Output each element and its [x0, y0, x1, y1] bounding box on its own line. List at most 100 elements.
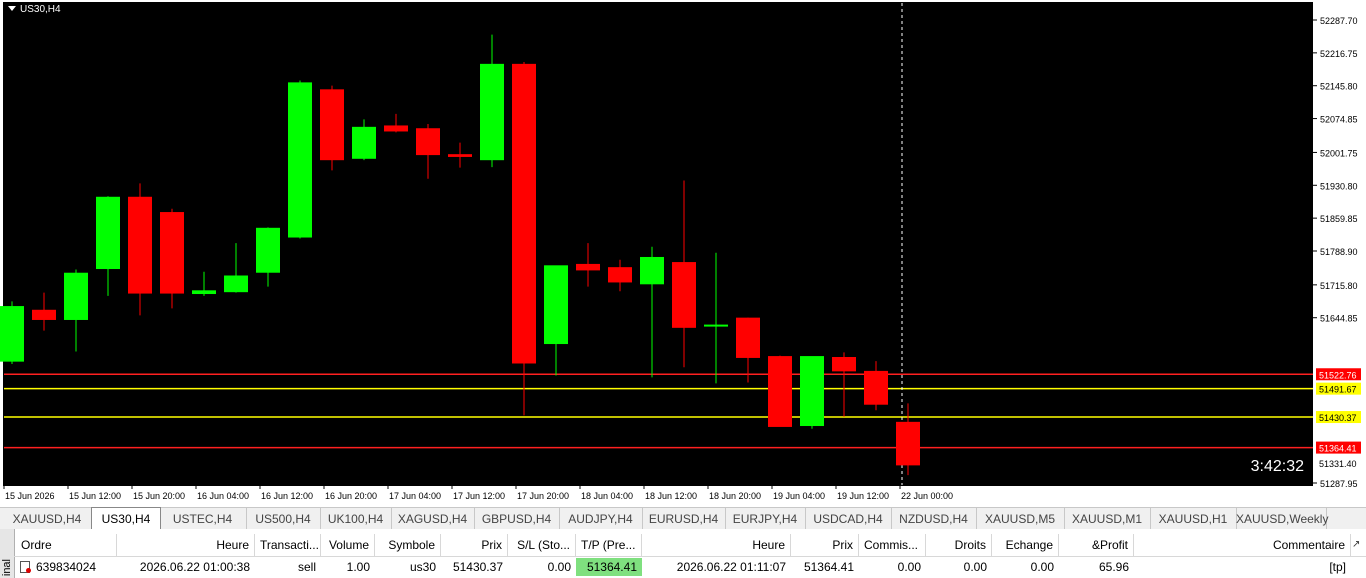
candle-body: [896, 421, 920, 466]
price-tag-label: 51430.37: [1319, 413, 1357, 423]
table-cell: 65.96: [1098, 560, 1129, 574]
table-cell: 1.00: [346, 560, 370, 574]
price-axis-label: 51715.80: [1320, 281, 1358, 291]
table-cell: 639834024: [36, 560, 97, 574]
chart-tab[interactable]: XAGUSD,H4: [391, 508, 475, 529]
dropdown-triangle-icon[interactable]: [8, 6, 16, 11]
chart-tabs-bar: XAUUSD,H4 US30,H4 USTEC,H4 US500,H4 UK100,H4…: [0, 507, 1366, 531]
candle-body: [544, 265, 568, 345]
candle-body: [704, 324, 728, 327]
chart-tab[interactable]: XAUUSD,H4: [3, 508, 92, 529]
column-header[interactable]: Volume: [321, 534, 375, 556]
time-axis-label: 22 Jun 00:00: [901, 491, 953, 501]
column-header[interactable]: Symbole: [375, 534, 441, 556]
symbol-label: US30,H4: [8, 4, 61, 15]
price-axis-label: 52074.85: [1320, 115, 1358, 125]
terminal-panel[interactable]: inal Ordre Heure Transacti... Volume Symbole…: [0, 529, 1366, 578]
chart-tab[interactable]: XAUUSD,H1: [1150, 508, 1237, 529]
symbol-text: US30,H4: [20, 4, 61, 15]
price-axis-label: 51788.90: [1320, 247, 1358, 257]
column-header[interactable]: Heure: [642, 534, 791, 556]
candle-body: [0, 306, 24, 362]
price-axis-label: 51859.85: [1320, 214, 1358, 224]
table-cell: 0.00: [963, 560, 987, 574]
column-header[interactable]: Droits: [926, 534, 992, 556]
price-tag-label: 51491.67: [1319, 385, 1357, 395]
candle-body: [160, 212, 184, 294]
time-axis-label: 15 Jun 20:00: [133, 491, 185, 501]
candle-body: [416, 128, 440, 156]
chart-tab[interactable]: AUDJPY,H4: [559, 508, 643, 529]
time-axis-label: 18 Jun 20:00: [709, 491, 761, 501]
terminal-title: inal: [1, 559, 13, 577]
order-icon: [20, 561, 31, 573]
price-axis-label: 51644.85: [1320, 314, 1358, 324]
candle-body: [480, 63, 504, 161]
column-header[interactable]: Heure: [117, 534, 255, 556]
table-cell: 51364.41: [803, 560, 854, 574]
column-header[interactable]: Echange: [992, 534, 1059, 556]
price-tag-label: 51522.76: [1319, 370, 1357, 380]
sort-icon[interactable]: ↗: [1352, 539, 1360, 550]
chart-tab[interactable]: GBPUSD,H4: [474, 508, 560, 529]
candle-body: [736, 317, 760, 358]
chart-tab[interactable]: NZDUSD,H4: [891, 508, 977, 529]
price-axis-label: 52001.75: [1320, 148, 1358, 158]
price-axis-label: 52145.80: [1320, 82, 1358, 92]
time-axis-label: 18 Jun 12:00: [645, 491, 697, 501]
time-axis-label: 17 Jun 20:00: [517, 491, 569, 501]
column-header[interactable]: T/P (Pre...: [576, 534, 642, 556]
chart-window[interactable]: 52287.70 52216.75 52145.80 52074.85 52001.75…: [0, 0, 1366, 507]
table-cell: sell: [297, 560, 316, 574]
candle-body: [128, 196, 152, 294]
table-cell: 0.00: [1030, 560, 1054, 574]
chart-tab[interactable]: EURUSD,H4: [642, 508, 726, 529]
price-tag-label: 51364.41: [1319, 444, 1357, 454]
table-cell: 0.00: [897, 560, 921, 574]
candle-body: [512, 63, 536, 364]
time-axis-label: 17 Jun 12:00: [453, 491, 505, 501]
time-axis-label: 15 Jun 2026: [5, 491, 55, 501]
chart-tab[interactable]: XAUUSD,M5: [976, 508, 1065, 529]
candle-body: [448, 154, 472, 157]
price-tag-label: 51331.40: [1319, 459, 1357, 469]
table-cell: 51430.37: [452, 560, 503, 574]
chart-tab[interactable]: EURJPY,H4: [725, 508, 806, 529]
chart-tab[interactable]: USDCAD,H4: [805, 508, 892, 529]
column-header[interactable]: Transacti...: [255, 534, 321, 556]
terminal-side-label: inal: [0, 529, 15, 578]
time-axis-label: 16 Jun 04:00: [197, 491, 249, 501]
table-cell: us30: [409, 560, 436, 574]
candle-body: [352, 126, 376, 159]
chart-tab[interactable]: USTEC,H4: [159, 508, 247, 529]
table-cell: 0.00: [547, 560, 571, 574]
candle-body: [832, 357, 856, 372]
table-cell: [tp]: [1329, 560, 1346, 574]
candle-body: [256, 227, 280, 273]
time-axis-label: 15 Jun 12:00: [69, 491, 121, 501]
column-header[interactable]: Prix: [441, 534, 508, 556]
candle-body: [672, 262, 696, 328]
candle-body: [384, 125, 408, 132]
price-axis-label: 52287.70: [1320, 16, 1358, 26]
chart-tab[interactable]: US500,H4: [246, 508, 321, 529]
column-header[interactable]: S/L (Sto...: [508, 534, 576, 556]
column-header[interactable]: Ordre: [16, 534, 117, 556]
chart-tab[interactable]: XAUUSD,Weekly: [1236, 508, 1328, 529]
column-header[interactable]: Prix: [791, 534, 859, 556]
chart-tab[interactable]: XAUUSD,M1: [1064, 508, 1151, 529]
price-axis-label: 52216.75: [1320, 49, 1358, 59]
candle-body: [864, 370, 888, 405]
column-header[interactable]: &Profit: [1059, 534, 1134, 556]
sell-dot-icon: [26, 568, 31, 573]
table-cell: 2026.06.22 01:00:38: [139, 560, 250, 574]
chart-tab[interactable]: US30,H4: [91, 507, 161, 531]
candle-body: [576, 263, 600, 271]
column-header[interactable]: Commentaire: [1134, 534, 1351, 556]
candle-body: [288, 82, 312, 238]
candlestick-chart[interactable]: 52287.70 52216.75 52145.80 52074.85 52001.75…: [0, 0, 1366, 507]
chart-tab[interactable]: UK100,H4: [320, 508, 392, 529]
candle-body: [640, 256, 664, 285]
time-axis-label: 18 Jun 04:00: [581, 491, 633, 501]
column-header[interactable]: Commis...: [859, 534, 926, 556]
